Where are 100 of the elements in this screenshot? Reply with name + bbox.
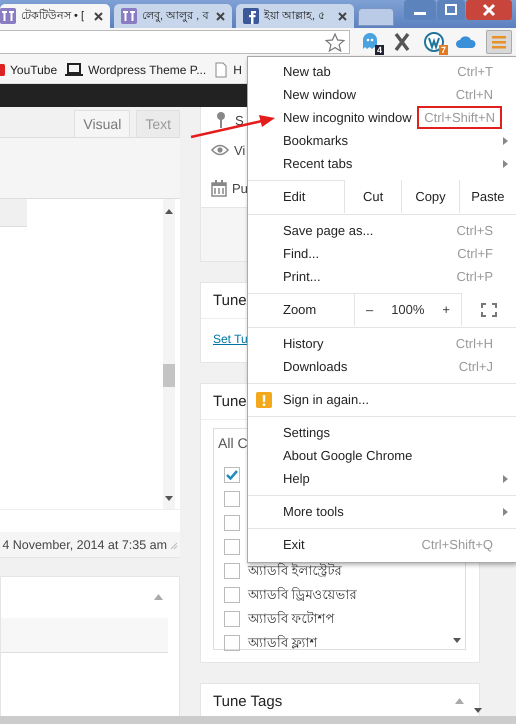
close-icon[interactable] (338, 12, 347, 20)
check-icon (226, 470, 238, 480)
scroll-down-icon[interactable] (453, 638, 461, 643)
category-label: অ্যাডবি ফটোশপ (248, 610, 335, 628)
count-badge: 4 (374, 45, 384, 55)
shortcut-text: Ctrl+T (457, 64, 493, 79)
tt-favicon-icon (121, 8, 137, 24)
menu-item[interactable]: New incognito window Ctrl+Shift+N (248, 106, 516, 129)
maximize-button[interactable] (437, 0, 465, 20)
menu-button[interactable]: Copy (401, 180, 459, 213)
menu-button[interactable]: Cut (344, 180, 402, 213)
bookmark-link[interactable]: YouTube (10, 62, 58, 76)
checkbox[interactable] (224, 611, 240, 627)
checkbox[interactable] (224, 587, 240, 603)
menu-item[interactable]: Recent tabs (248, 152, 516, 175)
last-edited-text: 4 November, 2014 at 7:35 am (2, 538, 167, 552)
scroll-up-icon[interactable] (165, 209, 173, 214)
resize-grip-icon[interactable] (168, 540, 178, 550)
shortcut-text: Ctrl+Shift+Q (421, 537, 493, 552)
menu-button[interactable] (486, 30, 512, 54)
panel-title: Tune (213, 292, 247, 309)
menu-item[interactable]: History Ctrl+H (248, 332, 516, 355)
link[interactable]: Set Tu (213, 332, 248, 346)
shortcut-text: Ctrl+F (457, 246, 493, 261)
close-icon[interactable] (94, 12, 103, 20)
submenu-arrow-icon (503, 160, 508, 168)
checkbox[interactable] (224, 539, 240, 555)
new-tab-button[interactable] (358, 8, 394, 26)
editor-tab[interactable]: Visual (74, 110, 130, 137)
input-field[interactable] (1, 618, 168, 653)
submenu-arrow-icon (503, 508, 508, 516)
menu-item[interactable]: New tab Ctrl+T (248, 60, 516, 83)
checkbox[interactable] (224, 563, 240, 579)
menu-item[interactable]: Find... Ctrl+F (248, 242, 516, 265)
menu-item[interactable]: Save page as... Ctrl+S (248, 219, 516, 242)
fullscreen-icon (481, 302, 497, 316)
warning-icon (256, 392, 272, 408)
scroll-down-icon[interactable] (474, 708, 482, 713)
close-icon[interactable] (216, 12, 225, 20)
menu-label: Edit (282, 188, 306, 206)
scroll-thumb[interactable] (163, 364, 175, 387)
pin-icon (215, 111, 227, 129)
checkbox[interactable] (224, 467, 240, 483)
panel-title: Tune Tags (213, 692, 282, 710)
menu-label: Zoom (282, 301, 318, 319)
collapse-icon[interactable] (455, 698, 464, 704)
panel-title: Tune (213, 393, 247, 410)
shortcut-text: Ctrl+S (456, 223, 493, 238)
browser-tab[interactable]: লেবু, আলুর , ব (114, 4, 232, 28)
checkbox[interactable] (224, 491, 240, 507)
menu-item[interactable]: Help (248, 467, 516, 490)
horizontal-scrollbar[interactable] (0, 716, 516, 724)
tt-favicon-icon (0, 8, 16, 24)
menu-icon (492, 35, 506, 49)
category-label: অ্যাডবি ইলাস্ট্রেটর (248, 562, 342, 580)
menu-item[interactable]: Sign in again... (248, 388, 516, 411)
count-badge: 7 (438, 45, 448, 55)
menu-button[interactable]: Paste (458, 180, 516, 213)
shortcut-text: Ctrl+N (456, 87, 493, 102)
menu-item[interactable]: Print... Ctrl+P (248, 265, 516, 288)
calendar-icon (211, 180, 227, 196)
publish-info: Pu (232, 180, 248, 196)
checkbox[interactable] (224, 515, 240, 531)
address-field[interactable] (0, 30, 350, 54)
submenu-arrow-icon (503, 136, 508, 144)
shortcut-text: Ctrl+Shift+N (417, 106, 502, 129)
scroll-down-icon[interactable] (165, 496, 173, 501)
bookmark-link[interactable]: Wordpress Theme P... (88, 62, 206, 76)
menu-item[interactable]: Exit Ctrl+Shift+Q (248, 533, 516, 556)
facebook-icon (243, 8, 259, 24)
category-label: অ্যাডবি ফ্ল্যাশ (248, 634, 318, 652)
cloud-icon[interactable] (455, 34, 477, 50)
browser-tab[interactable]: টেকটিউনস • [ (0, 4, 110, 28)
submenu-arrow-icon (503, 474, 508, 482)
laptop-icon (65, 62, 84, 76)
menu-item[interactable]: Settings (248, 421, 516, 444)
menu-item[interactable]: New window Ctrl+N (248, 83, 516, 106)
star-icon[interactable] (325, 32, 345, 52)
wordpress-icon[interactable] (424, 32, 444, 52)
shortcut-text: Ctrl+H (456, 336, 493, 351)
menu-item[interactable]: Downloads Ctrl+J (248, 355, 516, 378)
tab-title: ইয়া আল্লাহ, ৫ (264, 8, 326, 24)
publish-info: S (235, 112, 244, 128)
checkbox[interactable] (224, 635, 240, 651)
toolbar-stub (0, 199, 27, 227)
fullscreen-button[interactable] (462, 293, 516, 326)
bookmark-link[interactable]: H (233, 62, 242, 76)
browser-tab[interactable]: ইয়া আল্লাহ, ৫ (236, 4, 354, 28)
collapse-icon[interactable] (154, 594, 163, 600)
menu-item[interactable]: About Google Chrome (248, 444, 516, 467)
shortcut-text: Ctrl+J (458, 359, 493, 374)
cross-icon[interactable] (393, 32, 411, 52)
scrollbar[interactable] (163, 199, 175, 509)
minimize-button[interactable] (404, 0, 436, 20)
eye-icon (211, 144, 229, 156)
close-button[interactable] (466, 0, 512, 20)
menu-item[interactable]: Bookmarks (248, 129, 516, 152)
publish-info: Vi (234, 142, 246, 158)
menu-item[interactable]: More tools (248, 500, 516, 523)
category-label: অ্যাডবি ড্রিমওয়েভার (248, 586, 357, 604)
